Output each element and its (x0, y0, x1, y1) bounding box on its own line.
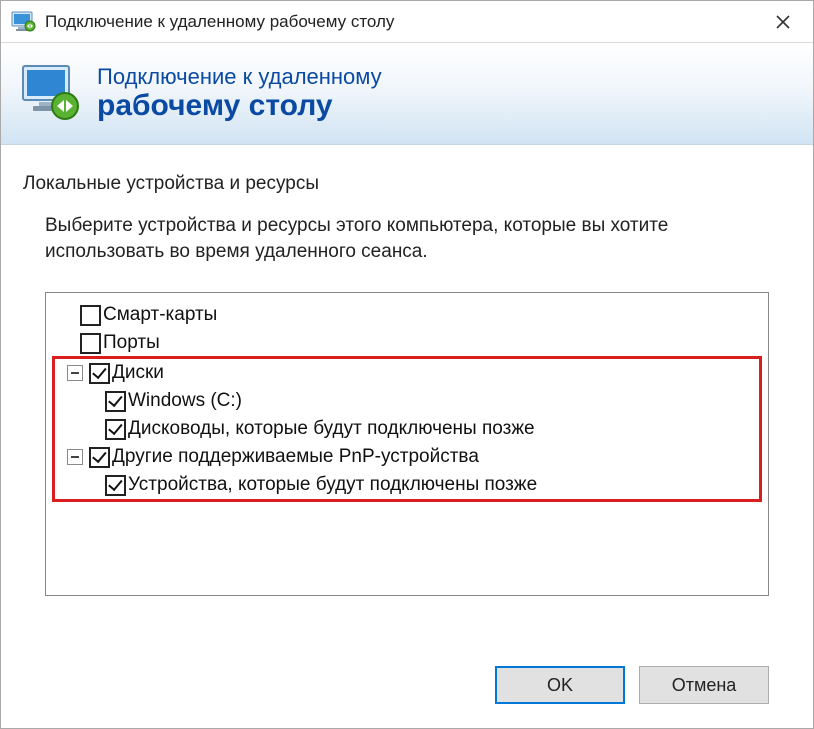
tree-label: Устройства, которые будут подключены поз… (128, 474, 537, 496)
expander-icon[interactable] (67, 449, 83, 465)
tree-item-pnp[interactable]: Другие поддерживаемые PnP-устройства (55, 443, 759, 471)
checkbox-smartcards[interactable] (80, 305, 101, 326)
rdc-large-icon (19, 62, 83, 126)
checkbox-pnp[interactable] (89, 447, 110, 468)
cancel-button[interactable]: Отмена (639, 666, 769, 704)
tree-item-windows-c[interactable]: Windows (C:) (55, 387, 759, 415)
banner-line2: рабочему столу (97, 89, 382, 124)
section-title: Локальные устройства и ресурсы (23, 173, 791, 195)
button-row: OK Отмена (23, 648, 791, 714)
tree-item-drives[interactable]: Диски (55, 359, 759, 387)
tree-label: Другие поддерживаемые PnP-устройства (112, 446, 479, 468)
tree-item-pnp-later[interactable]: Устройства, которые будут подключены поз… (55, 471, 759, 499)
checkbox-windows-c[interactable] (105, 391, 126, 412)
expander-icon[interactable] (67, 365, 83, 381)
close-icon[interactable] (761, 6, 805, 38)
tree-label: Дисководы, которые будут подключены позж… (128, 418, 535, 440)
tree-label: Windows (C:) (128, 390, 242, 412)
device-tree: Смарт-карты Порты Диски Windows (C:) (45, 292, 769, 596)
tree-label: Диски (112, 362, 164, 384)
dialog-body: Локальные устройства и ресурсы Выберите … (1, 145, 813, 728)
tree-item-drives-later[interactable]: Дисководы, которые будут подключены позж… (55, 415, 759, 443)
tree-item-smartcards[interactable]: Смарт-карты (46, 301, 768, 329)
instruction-text: Выберите устройства и ресурсы этого комп… (45, 213, 791, 264)
titlebar: Подключение к удаленному рабочему столу (1, 1, 813, 43)
banner: Подключение к удаленному рабочему столу (1, 43, 813, 145)
banner-text: Подключение к удаленному рабочему столу (97, 64, 382, 124)
tree-item-ports[interactable]: Порты (46, 329, 768, 357)
tree-label: Смарт-карты (103, 304, 217, 326)
titlebar-title: Подключение к удаленному рабочему столу (45, 12, 761, 32)
checkbox-pnp-later[interactable] (105, 475, 126, 496)
checkbox-drives[interactable] (89, 363, 110, 384)
rdc-dialog: Подключение к удаленному рабочему столу … (0, 0, 814, 729)
tree-label: Порты (103, 332, 160, 354)
checkbox-drives-later[interactable] (105, 419, 126, 440)
ok-button[interactable]: OK (495, 666, 625, 704)
highlighted-region: Диски Windows (C:) Дисководы, которые бу… (52, 356, 762, 502)
banner-line1: Подключение к удаленному (97, 64, 382, 89)
rdc-icon (11, 11, 37, 33)
checkbox-ports[interactable] (80, 333, 101, 354)
